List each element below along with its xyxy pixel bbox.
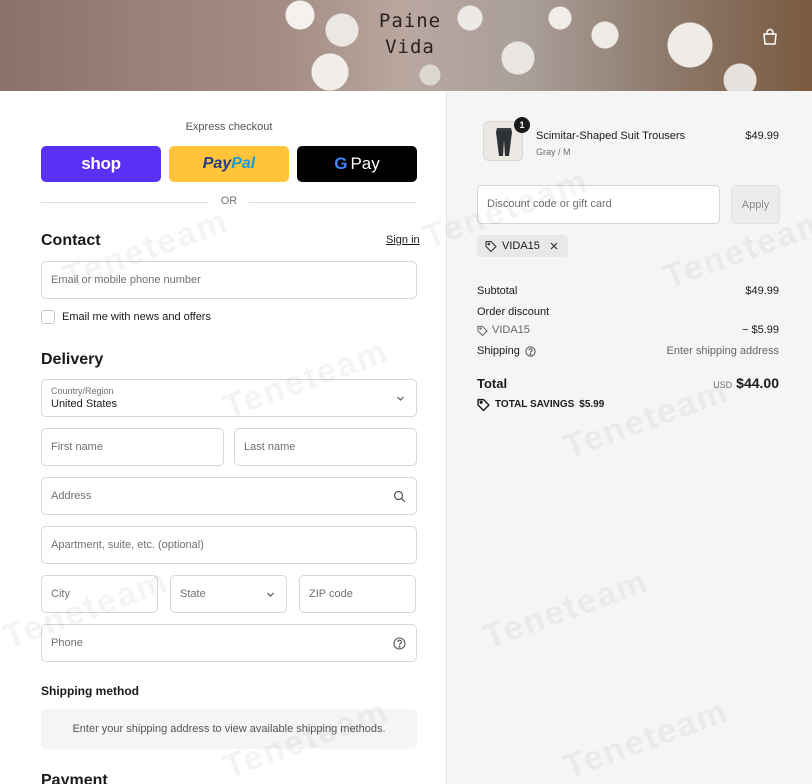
country-select[interactable]: Country/Region United States bbox=[41, 379, 417, 417]
total-value: $44.00 bbox=[736, 375, 779, 391]
sign-in-link[interactable]: Sign in bbox=[386, 234, 420, 246]
email-field[interactable]: Email or mobile phone number bbox=[41, 261, 417, 299]
delivery-heading: Delivery bbox=[41, 351, 104, 368]
chevron-down-icon bbox=[267, 592, 274, 597]
express-checkout-title: Express checkout bbox=[185, 121, 273, 133]
savings-label: TOTAL SAVINGS bbox=[495, 399, 575, 410]
discount-code-input[interactable]: Discount code or gift card bbox=[477, 185, 720, 224]
phone-field[interactable]: Phone bbox=[41, 624, 417, 662]
city-field[interactable]: City bbox=[41, 575, 158, 613]
google-g-icon: G bbox=[334, 154, 348, 173]
address-field[interactable]: Address bbox=[41, 477, 417, 515]
applied-code-label: VIDA15 bbox=[502, 240, 540, 252]
paypal-label-b: Pal bbox=[231, 155, 256, 172]
first-name-field[interactable]: First name bbox=[41, 428, 224, 466]
discount-code-row: VIDA15 bbox=[477, 324, 530, 336]
discount-code-label: VIDA15 bbox=[492, 324, 530, 336]
product-name: Scimitar-Shaped Suit Trousers bbox=[536, 130, 686, 142]
news-checkbox-label: Email me with news and offers bbox=[62, 311, 211, 323]
or-divider: OR bbox=[41, 195, 417, 209]
chevron-down-icon bbox=[397, 396, 404, 401]
google-pay-button[interactable]: G Pay bbox=[297, 146, 417, 182]
store-logo[interactable]: Paine Vida bbox=[370, 8, 450, 60]
subtotal-label: Subtotal bbox=[477, 285, 518, 297]
total-label: Total bbox=[477, 376, 508, 391]
total-savings: TOTAL SAVINGS $5.99 bbox=[477, 398, 604, 411]
state-placeholder: State bbox=[180, 588, 206, 600]
shop-pay-button[interactable]: shop bbox=[41, 146, 161, 182]
email-placeholder: Email or mobile phone number bbox=[51, 274, 201, 286]
quantity-badge: 1 bbox=[514, 117, 530, 133]
phone-placeholder: Phone bbox=[51, 637, 83, 649]
logo-line-1: Paine bbox=[378, 10, 442, 32]
first-name-placeholder: First name bbox=[51, 441, 103, 453]
state-select[interactable]: State bbox=[170, 575, 287, 613]
product-price: $49.99 bbox=[745, 130, 779, 142]
tag-icon bbox=[477, 325, 488, 336]
shipping-message-text: Enter your shipping address to view avai… bbox=[72, 723, 386, 735]
savings-value: $5.99 bbox=[579, 399, 605, 410]
address-placeholder: Address bbox=[51, 490, 92, 502]
shipping-label: Shipping bbox=[477, 345, 520, 357]
paypal-label-a: Pay bbox=[202, 155, 232, 172]
product-variant: Gray / M bbox=[536, 147, 571, 157]
contact-heading: Contact bbox=[41, 232, 101, 249]
shipping-value: Enter shipping address bbox=[666, 345, 779, 357]
or-label: OR bbox=[220, 195, 238, 207]
order-summary: 1 Scimitar-Shaped Suit Trousers Gray / M… bbox=[446, 91, 812, 784]
country-value: United States bbox=[51, 398, 118, 410]
last-name-field[interactable]: Last name bbox=[234, 428, 417, 466]
discount-value: − $5.99 bbox=[741, 324, 779, 336]
total-amount: USD $44.00 bbox=[713, 375, 779, 391]
help-icon[interactable] bbox=[525, 345, 536, 357]
country-label: Country/Region bbox=[51, 386, 114, 396]
shipping-row: Shipping bbox=[477, 345, 536, 357]
paypal-button[interactable]: Pay Pal bbox=[169, 146, 289, 182]
zip-field[interactable]: ZIP code bbox=[299, 575, 416, 613]
shipping-method-heading: Shipping method bbox=[41, 684, 139, 698]
city-placeholder: City bbox=[51, 588, 70, 600]
shipping-method-message: Enter your shipping address to view avai… bbox=[41, 709, 417, 749]
discount-placeholder: Discount code or gift card bbox=[487, 198, 612, 210]
news-checkbox[interactable] bbox=[41, 310, 55, 324]
tag-icon bbox=[477, 398, 490, 411]
applied-discount-chip: VIDA15 bbox=[477, 235, 568, 257]
logo-line-2: Vida bbox=[385, 36, 435, 58]
close-icon[interactable] bbox=[548, 240, 560, 252]
apply-button[interactable]: Apply bbox=[731, 185, 780, 224]
subtotal-value: $49.99 bbox=[745, 285, 779, 297]
shop-pay-label: shop bbox=[81, 154, 121, 173]
bag-icon[interactable] bbox=[761, 28, 779, 46]
zip-placeholder: ZIP code bbox=[309, 588, 353, 600]
google-pay-label: Pay bbox=[350, 154, 380, 173]
apartment-field[interactable]: Apartment, suite, etc. (optional) bbox=[41, 526, 417, 564]
order-discount-label: Order discount bbox=[477, 306, 550, 318]
currency-code: USD bbox=[713, 380, 733, 390]
store-header: Paine Vida bbox=[0, 0, 812, 91]
apartment-placeholder: Apartment, suite, etc. (optional) bbox=[51, 539, 204, 551]
tag-icon bbox=[485, 240, 497, 252]
help-icon[interactable] bbox=[393, 637, 406, 650]
checkout-form: Express checkout shop Pay Pal G Pay OR Con… bbox=[0, 91, 446, 784]
search-icon bbox=[393, 490, 406, 503]
last-name-placeholder: Last name bbox=[244, 441, 296, 453]
payment-heading: Payment bbox=[41, 772, 108, 784]
